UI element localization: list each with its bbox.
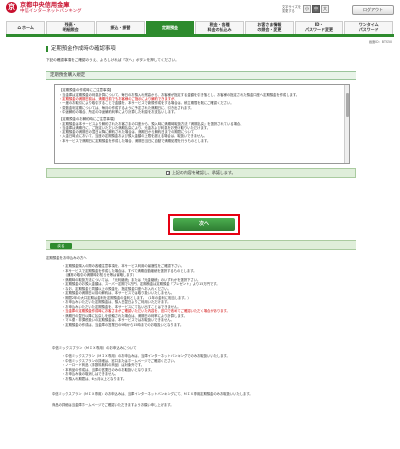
nav-item-time-deposit[interactable]: 定期預金 [145, 21, 195, 34]
terms-block1-title: 【定期預金の作成時にご注意事項】 [59, 88, 114, 92]
screen-id: 画面ID：BTS50 [368, 40, 392, 44]
section-heading: 定期預金購入規定 [46, 71, 356, 80]
mix-plan-list: ・中信ミックスプラン（ＭＩＸ専用）のお申込みは、当庫インターネットバンキングでの… [62, 354, 352, 381]
nav-item-balance[interactable]: 残高・ 明細照会 [46, 21, 95, 34]
bank-name: 京都中央信用金庫 [20, 2, 70, 9]
next-button-highlight: 次へ [168, 214, 240, 235]
header: 京 京都中央信用金庫 中信インターネットバンキング 文字サイズを変更する 小 中… [0, 0, 400, 22]
font-size-medium-button[interactable]: 中 [312, 5, 320, 13]
next-button[interactable]: 次へ [173, 218, 235, 231]
nav-item-customer-info[interactable]: お客さま情報 の照会・変更 [245, 21, 294, 34]
mix-plan-heading: 中信ミックスプラン（ＭＩＸ専用）のお申込みについて [52, 346, 137, 350]
service-name: 中信インターネットバンキング [20, 9, 82, 14]
font-size-label: 文字サイズを変更する [282, 5, 302, 13]
intro-text: 下記の確認事項をご確認のうえ、よろしければ「次へ」ボタンを押してください。 [46, 58, 179, 62]
logout-button[interactable]: ログアウト [352, 5, 394, 15]
terms-scroll-box[interactable]: 【定期預金の作成時にご注意事項】 ・当金庫は定期預金の利息計算について、毎日のお… [54, 84, 350, 164]
terms-scrollbar[interactable] [344, 85, 349, 163]
back-bar: 戻る [46, 240, 356, 250]
scrollbar-thumb[interactable] [345, 93, 349, 117]
logo-mark-icon: 京 [6, 2, 17, 13]
footer-line: 商品の詳細は当金庫ホームページでご確認いただきますようお願い申し上げます。 [52, 402, 174, 407]
nav-item-password[interactable]: ID・ パスワード変更 [294, 21, 344, 34]
agreement-row[interactable]: ✓ 上記の内容を確認し、承諾します。 [46, 168, 356, 178]
footer-notes: 中信ミックスプラン（ＭＩＸ専用）のお申込みは、当庫インターネットバンキングにて、… [52, 392, 352, 407]
notes-list: ・定期預金購入の際の各種注意事項を、本サービス利用の最適性をご確認下さい。 ・本… [62, 264, 352, 327]
nav-item-label: ホーム [22, 24, 34, 30]
page-title: 定期預金作成時の確認事項 [46, 46, 116, 52]
nav-item-home[interactable]: ⌂ ホーム [6, 21, 46, 34]
global-nav: ⌂ ホーム 残高・ 明細照会 振込・振替 定期預金 税金・各種 料金の払込み お客… [6, 21, 394, 37]
bank-logo[interactable]: 京 京都中央信用金庫 中信インターネットバンキング [6, 2, 82, 15]
home-icon: ⌂ [17, 24, 22, 31]
font-size-small-button[interactable]: 小 [303, 5, 311, 13]
font-size-switcher: 文字サイズを変更する 小 中 大 [282, 5, 329, 13]
nav-item-payments[interactable]: 税金・各種 料金の払込み [195, 21, 245, 34]
notes-heading: 定期預金をお申込みの方へ [46, 256, 87, 260]
list-item: ・お預入れ期間は、6ヵ月以上となります。 [62, 376, 127, 381]
nav-item-onetime-password[interactable]: ワンタイム パスワード [344, 21, 394, 34]
font-size-large-button[interactable]: 大 [321, 5, 329, 13]
terms-item: ・本サービスで満期日に定期預金を作成した場合、満期日当日に自動で満期処理を行うも… [59, 138, 211, 143]
list-item: ・定期預金の作成は、当金庫の営業日の9時から15時までのお取扱いとなります。 [62, 322, 184, 327]
back-button[interactable]: 戻る [50, 242, 72, 249]
nav-item-transfer[interactable]: 振込・振替 [96, 21, 145, 34]
agreement-checkbox[interactable]: ✓ [166, 171, 171, 175]
agreement-label[interactable]: 上記の内容を確認し、承諾します。 [172, 170, 236, 175]
terms-block2-title: 【定期預金のお解約時にご注意事項】 [59, 116, 117, 121]
logo-text: 京都中央信用金庫 中信インターネットバンキング [20, 2, 82, 15]
